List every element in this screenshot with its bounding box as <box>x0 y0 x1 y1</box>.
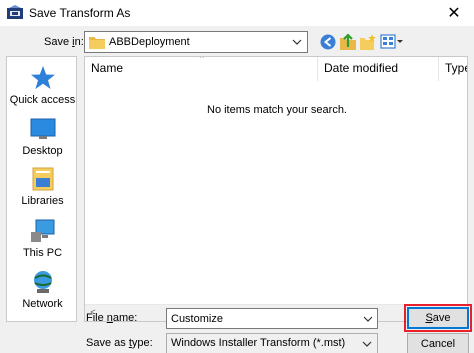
quick-access-star-icon <box>30 66 55 89</box>
save-as-type-value: Windows Installer Transform (*.mst) <box>171 337 346 349</box>
place-label: Libraries <box>21 195 64 207</box>
chevron-down-icon[interactable] <box>362 312 374 326</box>
this-pc-icon <box>30 219 54 242</box>
save-in-label: Save in: <box>44 36 84 48</box>
place-label: Desktop <box>22 145 63 157</box>
close-icon: ✕ <box>447 5 461 22</box>
network-icon <box>33 271 52 293</box>
save-in-dropdown[interactable]: ABBDeployment <box>84 31 308 53</box>
window-title: Save Transform As <box>29 6 131 20</box>
places-bar: Quick access Desktop Libraries This PC N… <box>6 56 77 322</box>
place-libraries[interactable]: Libraries <box>7 166 78 207</box>
cancel-button[interactable]: Cancel <box>407 333 469 353</box>
place-network[interactable]: Network <box>7 269 78 310</box>
up-folder-icon[interactable] <box>339 33 357 51</box>
desktop-icon <box>30 118 55 139</box>
place-this-pc[interactable]: This PC <box>7 218 78 259</box>
folder-icon <box>89 37 105 49</box>
place-label: This PC <box>22 247 63 259</box>
save-as-type-label: Save as type: <box>86 337 153 349</box>
column-header-date-modified[interactable]: Date modified <box>318 57 438 81</box>
save-button[interactable]: Save <box>407 307 469 329</box>
libraries-icon <box>32 167 53 191</box>
chevron-down-icon[interactable] <box>291 35 303 49</box>
close-button[interactable]: ✕ <box>434 0 474 26</box>
column-header-type[interactable]: Type <box>439 57 467 81</box>
empty-message: No items match your search. <box>207 104 347 116</box>
place-label: Network <box>22 298 63 310</box>
view-menu-icon[interactable] <box>380 33 404 51</box>
file-name-input[interactable] <box>166 308 378 329</box>
place-quick-access[interactable]: Quick access <box>7 65 78 106</box>
place-desktop[interactable]: Desktop <box>7 116 78 157</box>
app-icon <box>7 5 23 19</box>
column-header-name[interactable]: Name <box>85 57 317 81</box>
place-label: Quick access <box>9 94 76 106</box>
file-name-label: File name: <box>86 312 138 324</box>
save-in-value: ABBDeployment <box>109 36 190 48</box>
back-icon[interactable] <box>319 33 337 51</box>
chevron-down-icon <box>362 341 372 347</box>
title-bar: Save Transform As ✕ <box>0 0 474 26</box>
save-as-type-dropdown[interactable]: Windows Installer Transform (*.mst) <box>166 333 378 353</box>
save-dialog: Save in: ABBDeployment Quick access Desk… <box>0 26 474 353</box>
new-folder-icon[interactable] <box>359 33 377 51</box>
file-list[interactable]: ⌃ Name Date modified Type No items match… <box>84 56 468 322</box>
